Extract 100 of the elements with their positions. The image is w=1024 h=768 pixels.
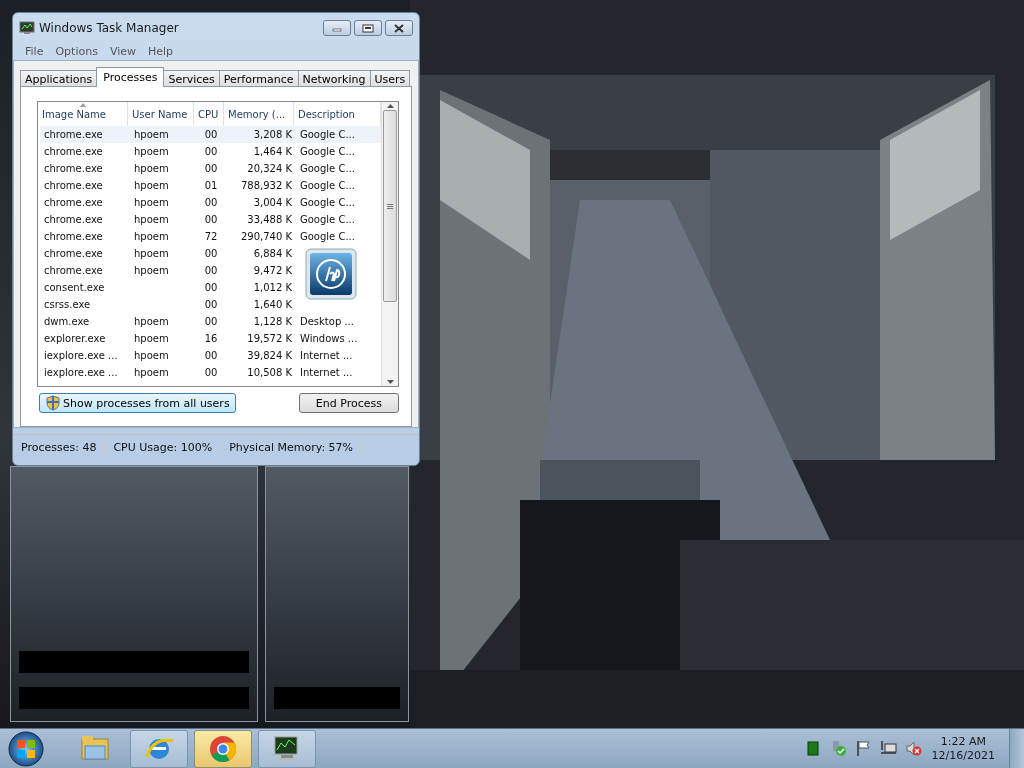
monitor-icon bbox=[19, 20, 35, 36]
network-icon[interactable] bbox=[879, 740, 897, 757]
table-cell-text: hpoem bbox=[133, 146, 170, 158]
status-text: Physical Memory: 57% bbox=[221, 438, 363, 457]
maximize-button[interactable] bbox=[354, 20, 382, 36]
table-row[interactable]: chrome.exe hpoem 00 20,324 K Google C... bbox=[40, 160, 381, 178]
flag-icon[interactable] bbox=[854, 740, 872, 757]
table-cell-text: Google C... bbox=[299, 214, 356, 226]
menu-item[interactable]: File bbox=[19, 44, 50, 58]
table-cell-text: hpoem bbox=[133, 129, 170, 141]
tab[interactable]: Processes bbox=[96, 67, 165, 88]
window-title: Windows Task Manager bbox=[39, 20, 180, 35]
table-cell-text: 1,640 K bbox=[252, 299, 293, 311]
table-cell-text: 1,464 K bbox=[252, 146, 293, 158]
table-cell-text: Google C... bbox=[299, 163, 356, 175]
table-row[interactable]: iexplore.exe ... hpoem 00 39,824 K Internet ... bbox=[40, 347, 381, 365]
table-cell-text: hpoem bbox=[133, 231, 170, 243]
table-cell-text: chrome.exe bbox=[43, 129, 104, 141]
table-cell-text: chrome.exe bbox=[43, 231, 104, 243]
table-row[interactable]: explorer.exe hpoem 16 19,572 K Windows ... bbox=[40, 330, 381, 348]
table-cell-text: 3,004 K bbox=[252, 197, 293, 209]
table-cell-text: Internet ... bbox=[299, 367, 354, 379]
table-row[interactable]: chrome.exe hpoem 00 3,208 K Google C... bbox=[40, 126, 381, 144]
table-cell-text: iexplore.exe ... bbox=[43, 350, 119, 362]
table-row[interactable]: consent.exe 00 1,012 K bbox=[40, 279, 381, 297]
table-row[interactable]: chrome.exe hpoem 01 788,932 K Google C... bbox=[40, 177, 381, 195]
scroll-thumb[interactable] bbox=[383, 110, 397, 303]
button[interactable]: End Process bbox=[298, 393, 399, 414]
close-button[interactable] bbox=[385, 20, 413, 36]
table-cell-text: hpoem bbox=[133, 197, 170, 209]
table-cell-text: 20,324 K bbox=[246, 163, 293, 175]
menu-item[interactable]: View bbox=[103, 44, 142, 58]
table-cell-text: Google C... bbox=[299, 197, 356, 209]
table-cell-text: 00 bbox=[203, 299, 219, 311]
table-cell-text: 00 bbox=[203, 265, 219, 277]
table-row[interactable]: chrome.exe hpoem 00 3,004 K Google C... bbox=[40, 194, 381, 212]
scrollbar[interactable] bbox=[381, 102, 398, 387]
table-cell-text: 10,508 K bbox=[246, 367, 293, 379]
table-cell-text: Desktop ... bbox=[299, 316, 355, 328]
clock-time[interactable]: 1:22 AM bbox=[940, 735, 986, 748]
table-cell-text: chrome.exe bbox=[43, 146, 104, 158]
table-row[interactable]: iexplore.exe ... hpoem 00 10,508 K Internet ... bbox=[40, 364, 381, 382]
table-row[interactable]: chrome.exe hpoem 00 9,472 K bbox=[40, 262, 381, 280]
table-cell-text: hpoem bbox=[133, 333, 170, 345]
table-cell-text: 3,208 K bbox=[252, 129, 293, 141]
clock-date[interactable]: 12/16/2021 bbox=[931, 749, 995, 762]
table-cell-text: 00 bbox=[203, 163, 219, 175]
table-cell-text: Google C... bbox=[299, 129, 356, 141]
menu-item[interactable]: Options bbox=[49, 44, 104, 58]
table-cell-text: 1,128 K bbox=[252, 316, 293, 328]
table-cell-text: 19,572 K bbox=[246, 333, 293, 345]
logo-badge-icon bbox=[305, 248, 357, 301]
table-cell-text: Google C... bbox=[299, 146, 356, 158]
table-cell-text: 01 bbox=[203, 180, 219, 192]
table-cell-text: 9,472 K bbox=[252, 265, 293, 277]
table-cell-text: hpoem bbox=[133, 163, 170, 175]
show-desktop-button[interactable] bbox=[1009, 728, 1024, 768]
status-text: CPU Usage: 100% bbox=[105, 438, 222, 457]
table-row[interactable]: dwm.exe hpoem 00 1,128 K Desktop ... bbox=[40, 313, 381, 331]
table-cell-text: Windows ... bbox=[299, 333, 359, 345]
table-row[interactable]: csrss.exe 00 1,640 K bbox=[40, 296, 381, 314]
menu-item[interactable]: Help bbox=[142, 44, 180, 58]
table-cell-text: csrss.exe bbox=[43, 299, 92, 311]
table-cell-text: chrome.exe bbox=[43, 248, 104, 260]
table-cell-text: hpoem bbox=[133, 214, 170, 226]
speaker-muted-icon[interactable] bbox=[904, 740, 922, 757]
table-cell-text: chrome.exe bbox=[43, 197, 104, 209]
table-cell-text: hpoem bbox=[133, 180, 170, 192]
taskbar-button[interactable] bbox=[258, 729, 316, 768]
tray-app-icon[interactable] bbox=[804, 740, 822, 757]
table-cell-text: 39,824 K bbox=[246, 350, 293, 362]
sort-arrow-icon bbox=[79, 103, 86, 108]
table-cell-text: 290,740 K bbox=[239, 231, 293, 243]
table-cell-text: 00 bbox=[203, 316, 219, 328]
table-cell-text: 00 bbox=[203, 350, 219, 362]
button[interactable]: Show processes from all users bbox=[39, 393, 236, 414]
table-cell-text: iexplore.exe ... bbox=[43, 367, 119, 379]
table-cell-text: consent.exe bbox=[43, 282, 106, 294]
table-row[interactable]: chrome.exe hpoem 00 33,488 K Google C... bbox=[40, 211, 381, 229]
table-cell-text: chrome.exe bbox=[43, 214, 104, 226]
table-cell-text: Google C... bbox=[299, 180, 356, 192]
table-cell-text: 00 bbox=[203, 367, 219, 379]
table-row[interactable]: chrome.exe hpoem 72 290,740 K Google C... bbox=[40, 228, 381, 246]
table-cell-text: 00 bbox=[203, 248, 219, 260]
table-cell-text: 33,488 K bbox=[246, 214, 293, 226]
table-cell-text: 00 bbox=[203, 129, 219, 141]
table-cell-text: chrome.exe bbox=[43, 180, 104, 192]
table-row[interactable]: chrome.exe hpoem 00 6,884 K bbox=[40, 245, 381, 263]
table-cell-text: hpoem bbox=[133, 248, 170, 260]
table-cell-text: hpoem bbox=[133, 316, 170, 328]
table-cell-text: dwm.exe bbox=[43, 316, 91, 328]
table-cell-text: 72 bbox=[203, 231, 219, 243]
table-cell-text: 6,884 K bbox=[252, 248, 293, 260]
table-cell-text: chrome.exe bbox=[43, 265, 104, 277]
table-cell-text: 16 bbox=[203, 333, 219, 345]
table-cell-text: Google C... bbox=[299, 231, 356, 243]
table-row[interactable]: chrome.exe hpoem 00 1,464 K Google C... bbox=[40, 143, 381, 161]
table-cell-text: hpoem bbox=[133, 350, 170, 362]
maximize-icon bbox=[359, 22, 377, 34]
shield-icon bbox=[46, 395, 60, 412]
